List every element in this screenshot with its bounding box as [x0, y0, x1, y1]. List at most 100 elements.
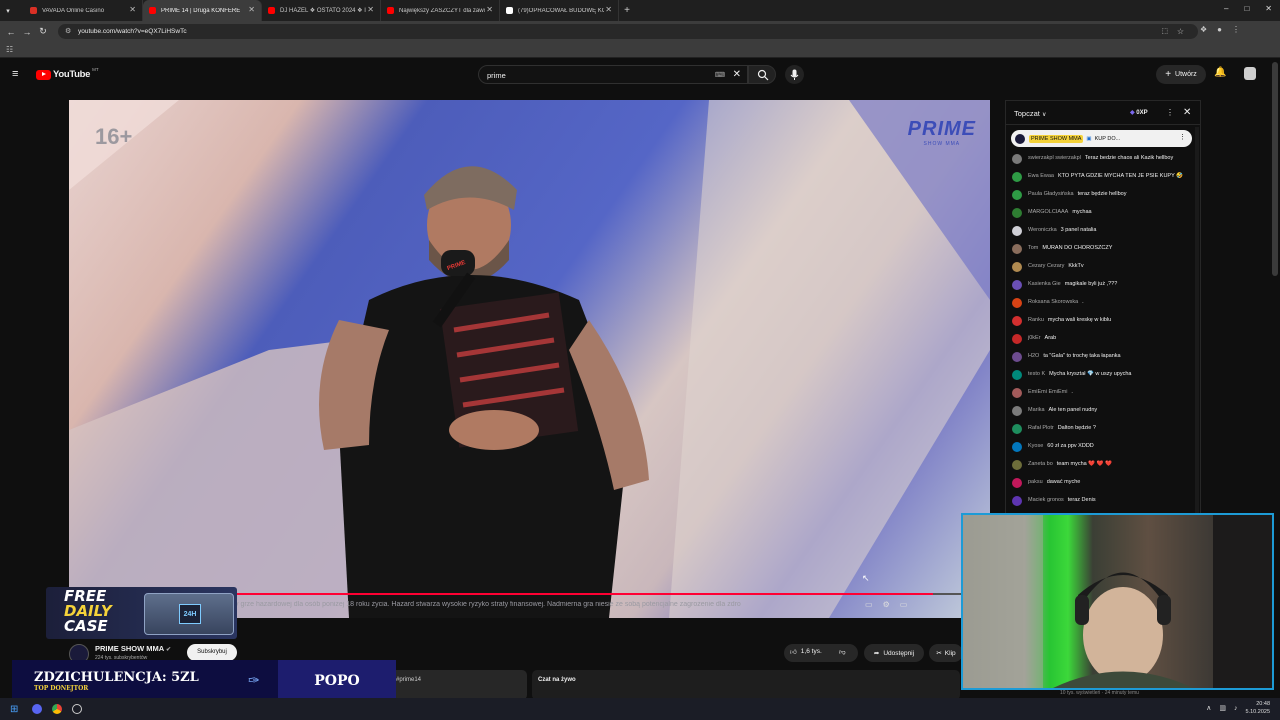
- search-input[interactable]: prime ⌨ ✕: [478, 65, 748, 84]
- chat-message[interactable]: Rafał Plotr Dalton będzie ?: [1006, 424, 1200, 434]
- chat-message[interactable]: Marika Ale ten panel nudny: [1006, 406, 1200, 416]
- search-button[interactable]: [748, 65, 776, 84]
- tab-close-icon[interactable]: ✕: [129, 6, 136, 14]
- back-icon[interactable]: ←: [3, 27, 19, 37]
- chat-author[interactable]: Zaneta bo: [1028, 461, 1053, 467]
- pinned-message[interactable]: PRIME SHOW MMA ▣ KUP DO... ⋮: [1011, 130, 1192, 147]
- browser-tab[interactable]: VAVADA Online Casino ✕: [24, 0, 143, 21]
- chat-author[interactable]: Cezary Cezary: [1028, 263, 1064, 269]
- share-button[interactable]: ➦ Udostępnij: [864, 644, 924, 662]
- chat-message[interactable]: Kyose 60 zł za ppv XDDD: [1006, 442, 1200, 452]
- chat-mode-dropdown[interactable]: Topczat ∨: [1014, 109, 1046, 118]
- clock[interactable]: 20:48 5.10.2025: [1246, 700, 1270, 716]
- taskbar-obs-icon[interactable]: [72, 704, 83, 714]
- hashtag[interactable]: #prime14: [396, 677, 421, 683]
- clip-button[interactable]: ✂ Klip: [929, 644, 963, 662]
- chat-message[interactable]: Roksana Skorowska.: [1006, 298, 1200, 308]
- chat-message[interactable]: Maciek gronos teraz Denis: [1006, 496, 1200, 506]
- chat-author[interactable]: H2O: [1028, 353, 1039, 359]
- chat-author[interactable]: EmiEmi EmiEmi: [1028, 389, 1067, 395]
- account-avatar[interactable]: [1244, 67, 1256, 80]
- chat-message[interactable]: Tom MURAN DO CHOROSZCZY: [1006, 244, 1200, 254]
- chat-message[interactable]: Cezary Cezary KkkTv: [1006, 262, 1200, 272]
- chat-author[interactable]: Marika: [1028, 407, 1045, 413]
- keyboard-icon[interactable]: ⌨: [715, 71, 725, 79]
- dislike-button[interactable]: 👎︎: [839, 648, 846, 656]
- tab-close-icon[interactable]: ✕: [367, 6, 374, 14]
- chat-author[interactable]: paksu: [1028, 479, 1043, 485]
- profile-icon[interactable]: ●: [1217, 25, 1222, 34]
- subscribe-button[interactable]: Subskrybuj: [187, 644, 237, 661]
- chat-author[interactable]: MARGOLCIAAA: [1028, 209, 1068, 215]
- chat-author[interactable]: j0kEr: [1028, 335, 1041, 341]
- chat-author[interactable]: testo K: [1028, 371, 1045, 377]
- chat-message[interactable]: paksu dawać myche: [1006, 478, 1200, 488]
- chat-author[interactable]: Tom: [1028, 245, 1038, 251]
- taskbar-chrome-icon[interactable]: [52, 704, 63, 714]
- youtube-logo[interactable]: YouTube MT: [36, 67, 99, 80]
- new-tab-button[interactable]: +: [619, 5, 635, 16]
- chat-close-icon[interactable]: ✕: [1183, 107, 1191, 118]
- browser-tab[interactable]: PRIME 14 | Druga KONFERE ✕: [143, 0, 262, 21]
- chat-message[interactable]: Zaneta bo team mycha ❤️ ❤️ ❤️: [1006, 460, 1200, 470]
- tray-arrow-icon[interactable]: ∧: [1206, 704, 1211, 712]
- chat-message[interactable]: Paula Gładysińska teraz będzie hellboy: [1006, 190, 1200, 200]
- chat-author[interactable]: Maciek gronos: [1028, 497, 1064, 503]
- chat-message[interactable]: Kasienka Gie magikale byli już ,???: [1006, 280, 1200, 290]
- tab-close-icon[interactable]: ✕: [486, 6, 493, 14]
- address-bar[interactable]: ⚙ youtube.com/watch?v=eQX7LiHSwTc ☆ ⬚: [58, 24, 1198, 39]
- theater-mode-icon[interactable]: ▭: [900, 600, 908, 609]
- like-button[interactable]: 👍︎ 1,6 tys.: [790, 648, 822, 656]
- site-info-icon[interactable]: ⚙: [65, 27, 71, 35]
- taskbar-app-icon[interactable]: [32, 704, 43, 714]
- chat-author[interactable]: Paula Gładysińska: [1028, 191, 1074, 197]
- browser-tab[interactable]: Największy ZASZCZYT dla zawo ✕: [381, 0, 500, 21]
- browser-tab[interactable]: (79)OPRACOWAŁ BUDOWĘ KO ✕: [500, 0, 619, 21]
- chat-author[interactable]: Kasienka Gie: [1028, 281, 1061, 287]
- chat-message[interactable]: j0kEr Arab: [1006, 334, 1200, 344]
- create-button[interactable]: + Utwórz: [1156, 65, 1206, 84]
- install-icon[interactable]: ⬚: [1161, 27, 1168, 35]
- chat-message[interactable]: Ranku mycha wali kreskę w kiblu: [1006, 316, 1200, 326]
- voice-search-button[interactable]: [785, 65, 804, 84]
- chat-author[interactable]: Ranku: [1028, 317, 1044, 323]
- chat-message[interactable]: testo K Mycha kryształ 💎 w uszy upycha: [1006, 370, 1200, 380]
- clear-search-icon[interactable]: ✕: [733, 69, 741, 80]
- subtitles-icon[interactable]: ▭: [865, 600, 873, 609]
- description-box[interactable]: #prime14: [390, 670, 527, 700]
- video-progress-bar[interactable]: [237, 593, 962, 595]
- hamburger-menu-icon[interactable]: ≡: [12, 68, 18, 80]
- chat-scrollbar[interactable]: [1195, 127, 1199, 517]
- channel-name[interactable]: PRIME SHOW MMA ✔: [95, 644, 171, 653]
- minimize-icon[interactable]: –: [1224, 4, 1228, 13]
- extensions-icon[interactable]: ❖: [1200, 25, 1207, 34]
- reload-icon[interactable]: ↻: [35, 26, 51, 37]
- maximize-icon[interactable]: □: [1244, 4, 1249, 13]
- chat-message[interactable]: H2O ta "Gala" to trochę taka łapanka: [1006, 352, 1200, 362]
- windows-start-icon[interactable]: ⊞: [10, 704, 18, 715]
- live-chat-replay-panel[interactable]: Czat na żywo: [532, 670, 960, 700]
- chat-more-icon[interactable]: ⋮: [1166, 108, 1174, 117]
- apps-icon[interactable]: ☷: [6, 45, 13, 54]
- forward-icon[interactable]: →: [19, 27, 35, 37]
- chat-message[interactable]: swierzakpl swierzakpl Teraz bedzie chaos …: [1006, 154, 1200, 164]
- bookmark-star-icon[interactable]: ☆: [1177, 27, 1184, 36]
- chat-message[interactable]: Weroniczka 3 panel natalia: [1006, 226, 1200, 236]
- chat-message[interactable]: EmiEmi EmiEmi.: [1006, 388, 1200, 398]
- volume-icon[interactable]: ♪: [1234, 705, 1238, 712]
- menu-icon[interactable]: ⋮: [1232, 25, 1240, 34]
- network-icon[interactable]: ▥: [1219, 704, 1226, 712]
- chat-author[interactable]: swierzakpl swierzakpl: [1028, 155, 1081, 161]
- chat-author[interactable]: Ewa Ewaa: [1028, 173, 1054, 179]
- tab-search-icon[interactable]: ▾: [0, 7, 16, 15]
- notifications-bell-icon[interactable]: 🔔: [1214, 67, 1226, 78]
- pinned-more-icon[interactable]: ⋮: [1179, 133, 1186, 141]
- chat-author[interactable]: Roksana Skorowska: [1028, 299, 1078, 305]
- video-player[interactable]: 16+ PRIME SHOW MMA PRIME y grze hazardow…: [69, 100, 990, 618]
- xp-badge[interactable]: ◆ 0XP: [1130, 109, 1148, 116]
- chat-author[interactable]: Weroniczka: [1028, 227, 1057, 233]
- chat-message[interactable]: Ewa Ewaa KTO PYTA GDZIE MYCHA TEN JE PSIE…: [1006, 172, 1200, 182]
- tab-close-icon[interactable]: ✕: [605, 6, 612, 14]
- page-scrollbar[interactable]: [1272, 62, 1278, 276]
- chat-author[interactable]: Kyose: [1028, 443, 1043, 449]
